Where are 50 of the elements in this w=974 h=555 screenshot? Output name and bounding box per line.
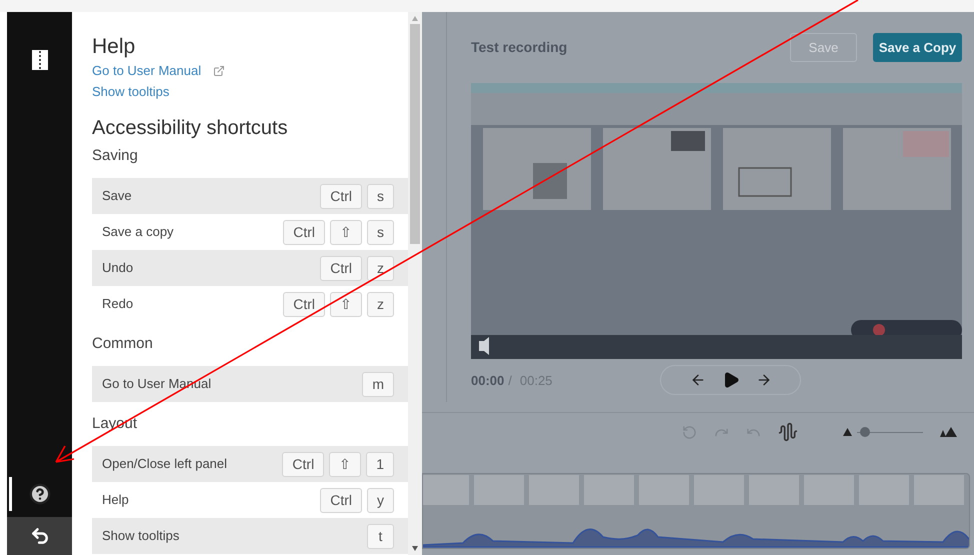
shortcut-label: Redo xyxy=(102,295,134,314)
back-arrow-icon xyxy=(30,526,50,546)
time-separator: / xyxy=(508,372,512,390)
recording-title: Test recording xyxy=(471,38,568,57)
small-mountain-icon[interactable] xyxy=(843,428,852,436)
key-cap: z xyxy=(367,292,394,316)
key-cap: s xyxy=(367,220,394,244)
key-cap: Ctrl xyxy=(320,488,362,512)
shortcut-label: Open/Close left panel xyxy=(102,455,228,474)
key-cap: ⇧ xyxy=(329,452,362,476)
help-link[interactable]: Show tooltips xyxy=(92,82,170,102)
key-cap: m xyxy=(362,372,394,396)
back-button[interactable] xyxy=(7,517,72,555)
waveform-icon[interactable] xyxy=(778,422,798,442)
group-heading: Common xyxy=(92,334,154,354)
save-copy-button[interactable]: Save a Copy xyxy=(873,32,962,62)
previous-icon[interactable] xyxy=(690,372,706,388)
timeline[interactable] xyxy=(422,473,970,549)
shortcut-label: Save a copy xyxy=(102,223,174,242)
slider-thumb[interactable] xyxy=(860,427,870,437)
scrollbar[interactable] xyxy=(408,12,422,555)
current-time: 00:00 xyxy=(471,372,504,390)
group-heading: Saving xyxy=(92,146,139,166)
large-mountain-icon[interactable] xyxy=(940,427,957,437)
key-cap: s xyxy=(367,184,394,208)
help-link[interactable]: Go to User Manual xyxy=(92,61,202,81)
key-cap: ⇧ xyxy=(330,220,362,244)
key-cap: Ctrl xyxy=(320,256,362,280)
key-cap: ⇧ xyxy=(330,292,362,316)
key-cap: y xyxy=(367,488,394,512)
selection-bar xyxy=(9,477,12,511)
key-cap: t xyxy=(367,524,394,548)
scrollbar-thumb[interactable] xyxy=(410,24,420,244)
shortcut-label: Help xyxy=(102,491,129,510)
shortcut-label: Save xyxy=(102,187,132,206)
next-icon[interactable] xyxy=(756,372,772,388)
scroll-down-icon[interactable] xyxy=(412,546,418,551)
panels-icon[interactable] xyxy=(32,50,48,70)
zoom-slider[interactable] xyxy=(857,427,923,437)
help-title: Help xyxy=(92,34,136,60)
section-heading: Accessibility shortcuts xyxy=(92,116,289,141)
shortcut-label: Undo xyxy=(102,259,134,278)
help-icon[interactable] xyxy=(28,483,50,505)
shortcut-label: Show tooltips xyxy=(102,527,180,546)
key-cap: Ctrl xyxy=(283,220,325,244)
key-cap: Ctrl xyxy=(283,292,325,316)
key-cap: 1 xyxy=(366,452,394,476)
key-cap: Ctrl xyxy=(282,452,324,476)
key-cap: Ctrl xyxy=(320,184,362,208)
key-cap: z xyxy=(367,256,394,280)
